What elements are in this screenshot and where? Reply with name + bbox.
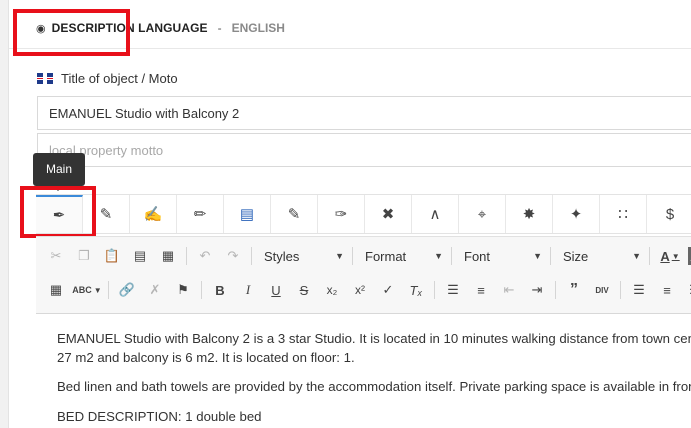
underline-icon[interactable]: U — [264, 278, 288, 302]
spellcheck-button[interactable]: ABC ▼ — [72, 278, 102, 302]
chevron-down-icon: ▼ — [434, 251, 443, 261]
pen-slash-icon[interactable]: ✸ — [506, 195, 553, 233]
highlight-box-header — [13, 9, 130, 56]
indent-icon[interactable]: ⇥ — [525, 278, 549, 302]
door-icon[interactable]: ▤ — [224, 195, 271, 233]
content-paragraph-1a: EMANUEL Studio with Balcony 2 is a 3 sta… — [57, 331, 691, 346]
chevron-down-icon: ▼ — [93, 285, 102, 295]
paste-text-icon[interactable]: ▤ — [128, 244, 152, 268]
italic-icon[interactable]: I — [236, 278, 260, 302]
crop-icon[interactable]: ⌖ — [459, 195, 506, 233]
align-left-icon[interactable]: ☰ — [627, 278, 651, 302]
subscript-icon[interactable]: x₂ — [320, 278, 344, 302]
numbered-list-icon[interactable]: ☰ — [441, 278, 465, 302]
content-paragraph-2: Bed linen and bath towels are provided b… — [57, 379, 691, 394]
left-sidebar-edge — [0, 0, 9, 428]
title-input[interactable]: EMANUEL Studio with Balcony 2 — [37, 96, 691, 130]
undo-icon[interactable]: ↶ — [193, 244, 217, 268]
font-label: Font — [464, 248, 491, 264]
toolbar-separator — [434, 281, 435, 299]
size-label: Size — [563, 248, 589, 264]
editor-content[interactable]: EMANUEL Studio with Balcony 2 is a 3 sta… — [36, 313, 691, 428]
toolbar-separator — [451, 247, 452, 265]
format-dropdown[interactable]: Format ▼ — [359, 244, 449, 268]
cut-icon[interactable]: ✂ — [44, 244, 68, 268]
copy-format-icon[interactable]: ✓ — [376, 278, 400, 302]
format-label: Format — [365, 248, 407, 264]
section-icon-bar: ✒ ✎ ✍ ✏ ▤ ✎ ✑ ✖ ∧ ⌖ ✸ ✦ ∷ $ — [36, 194, 691, 234]
title-label-text: Title of object / Moto — [61, 71, 178, 86]
dollar-icon[interactable]: $ — [647, 195, 691, 233]
templates-icon[interactable]: ▦ — [44, 278, 68, 302]
tooltip-main: Main — [33, 153, 85, 191]
div-container-icon[interactable]: DIV — [590, 278, 614, 302]
toolbar-separator — [550, 247, 551, 265]
chevron-down-icon: ▼ — [335, 251, 344, 261]
chevron-down-icon: ▼ — [671, 251, 680, 261]
header-separator: - — [217, 21, 222, 35]
toolbar-row-1: ✂ ❐ 📋 ▤ ▦ ↶ ↷ Styles ▼ Format ▼ Font ▼ Size… — [44, 241, 691, 271]
chevron-down-icon: ▼ — [632, 251, 641, 261]
remove-format-icon[interactable]: Tₓ — [404, 278, 428, 302]
superscript-icon[interactable]: x² — [348, 278, 372, 302]
chevron-down-icon: ▼ — [533, 251, 542, 261]
toolbar-separator — [649, 247, 650, 265]
text-color-label: A — [660, 248, 670, 264]
toolbar-separator — [352, 247, 353, 265]
uk-flag-icon — [37, 73, 53, 84]
blockquote-icon[interactable]: ” — [562, 278, 586, 302]
tools-icon[interactable]: ✖ — [365, 195, 412, 233]
magic-icon[interactable]: ✦ — [553, 195, 600, 233]
link-icon[interactable]: 🔗 — [115, 278, 139, 302]
editor-toolbar: ✂ ❐ 📋 ▤ ▦ ↶ ↷ Styles ▼ Format ▼ Font ▼ Size… — [36, 236, 691, 314]
paste-icon[interactable]: 📋 — [100, 244, 124, 268]
size-dropdown[interactable]: Size ▼ — [557, 244, 647, 268]
strikethrough-icon[interactable]: S — [292, 278, 316, 302]
header-language: ENGLISH — [231, 21, 285, 35]
content-paragraph-1b: 27 m2 and balcony is 6 m2. It is located… — [57, 350, 355, 365]
toolbar-separator — [201, 281, 202, 299]
title-field-label: Title of object / Moto — [37, 71, 178, 86]
text-color-button[interactable]: A ▼ — [656, 244, 684, 268]
sitemap-icon[interactable]: ∷ — [600, 195, 647, 233]
toolbar-separator — [251, 247, 252, 265]
align-center-icon[interactable]: ≡ — [655, 278, 679, 302]
styles-dropdown[interactable]: Styles ▼ — [258, 244, 350, 268]
styles-label: Styles — [264, 248, 300, 264]
toolbar-row-2: ▦ ABC ▼ 🔗 ✗ ⚑ B I U S x₂ x² ✓ Tₓ ☰ ≡ ⇤ ⇥ … — [44, 275, 691, 305]
unlink-icon[interactable]: ✗ — [143, 278, 167, 302]
outdent-icon[interactable]: ⇤ — [497, 278, 521, 302]
bulleted-list-icon[interactable]: ≡ — [469, 278, 493, 302]
motto-input[interactable]: local property motto — [37, 133, 691, 167]
paste-word-icon[interactable]: ▦ — [156, 244, 180, 268]
redo-icon[interactable]: ↷ — [221, 244, 245, 268]
copy-icon[interactable]: ❐ — [72, 244, 96, 268]
spellcheck-label: ABC — [72, 285, 92, 295]
pencil-icon[interactable]: ✏ — [177, 195, 224, 233]
marker-icon[interactable]: ✑ — [318, 195, 365, 233]
content-paragraph-3: BED DESCRIPTION: 1 double bed — [57, 409, 262, 424]
eraser-icon[interactable]: ✍ — [130, 195, 177, 233]
toolbar-separator — [186, 247, 187, 265]
align-right-icon[interactable]: ☰ — [683, 278, 691, 302]
toolbar-separator — [620, 281, 621, 299]
highlight-box-main-tab — [20, 186, 96, 238]
toolbar-separator — [555, 281, 556, 299]
bold-icon[interactable]: B — [208, 278, 232, 302]
toolbar-separator — [108, 281, 109, 299]
compass-icon[interactable]: ∧ — [412, 195, 459, 233]
font-dropdown[interactable]: Font ▼ — [458, 244, 548, 268]
pencil-alt-icon[interactable]: ✎ — [271, 195, 318, 233]
anchor-flag-icon[interactable]: ⚑ — [171, 278, 195, 302]
